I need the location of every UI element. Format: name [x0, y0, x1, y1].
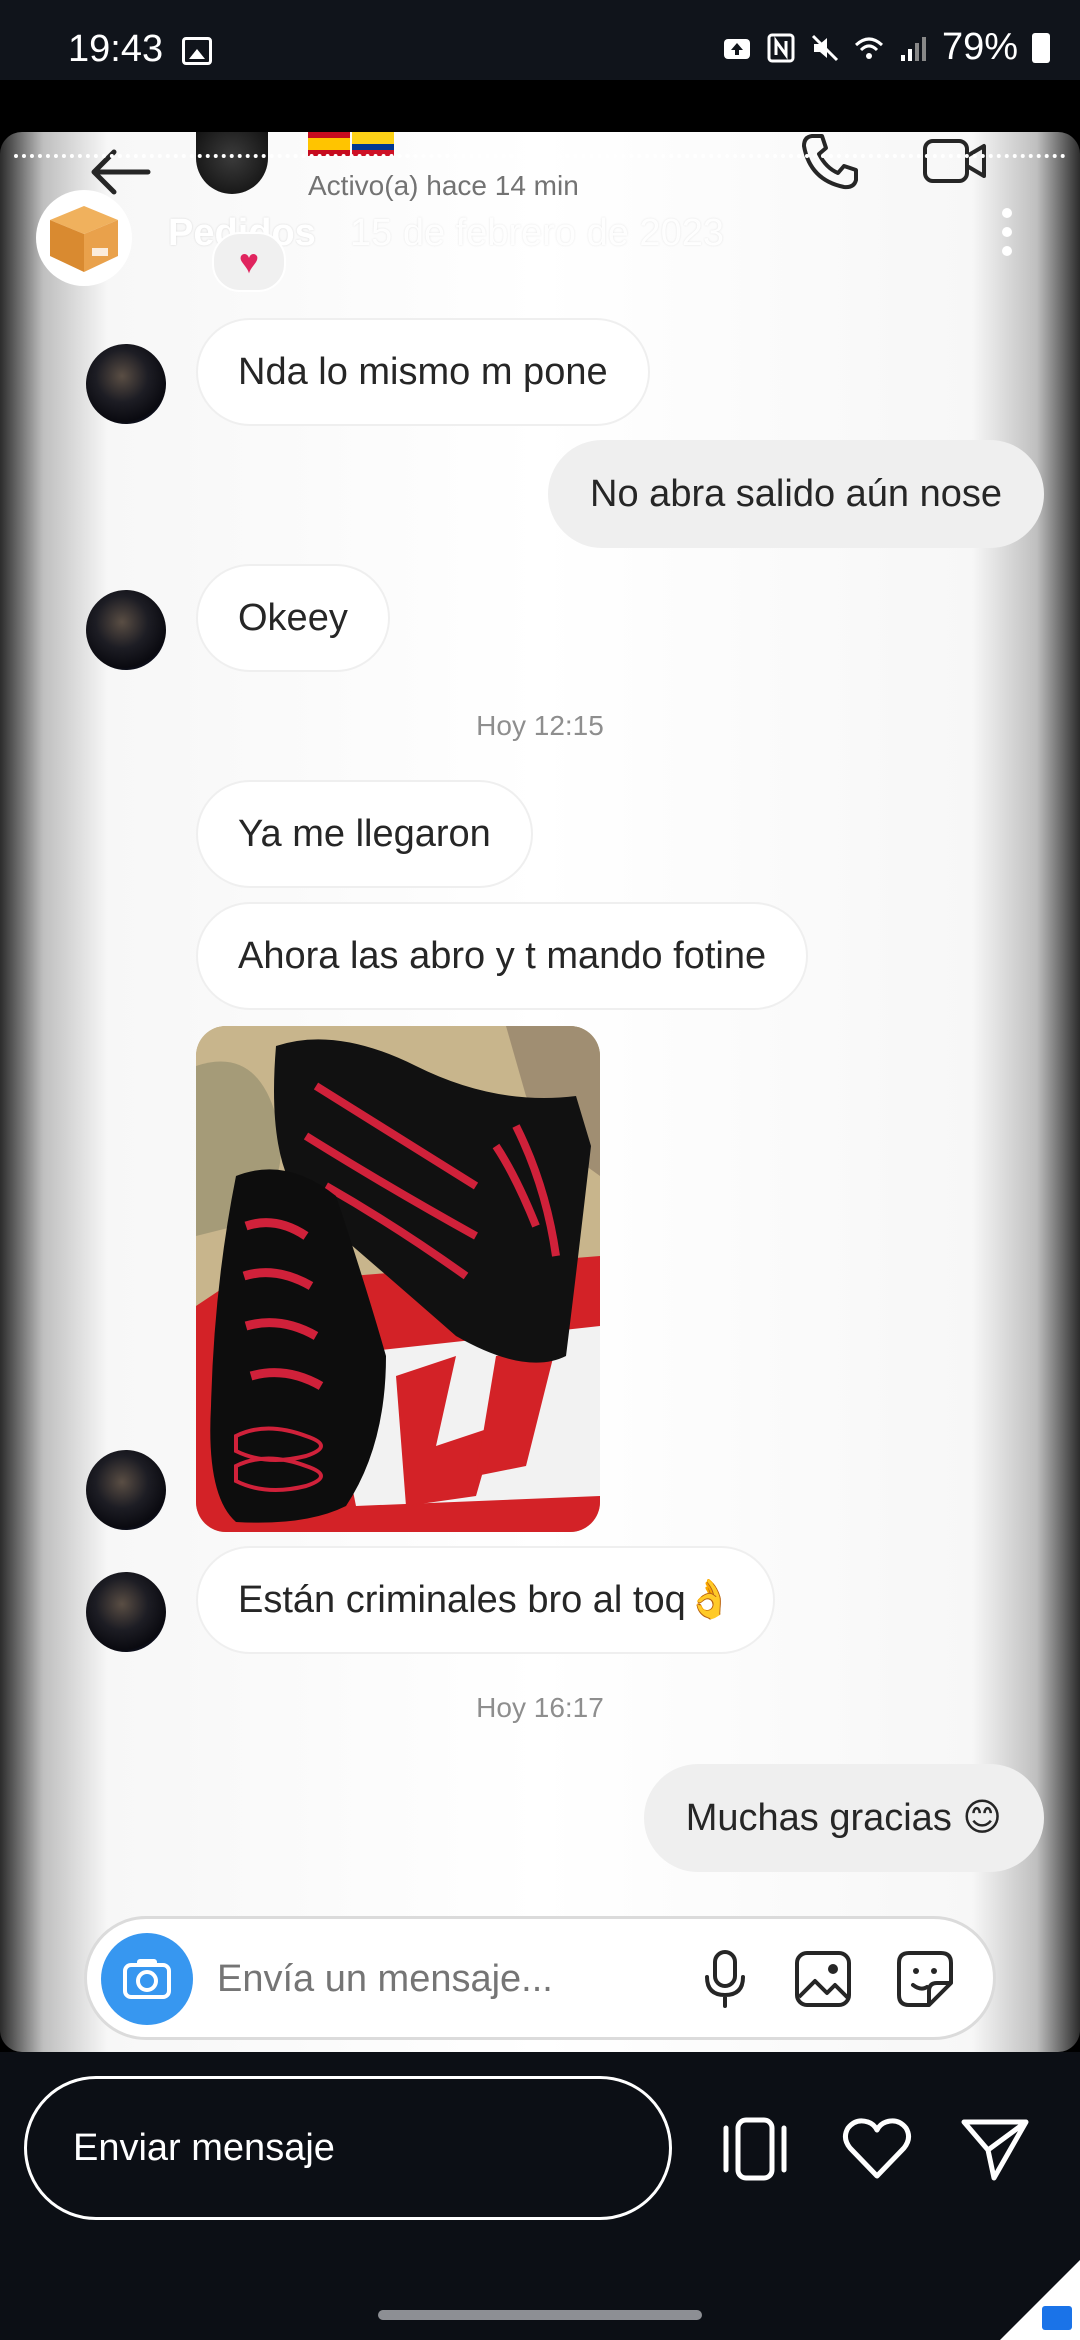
- story-date: 15 de febrero de 2023: [350, 212, 724, 254]
- story-owner-avatar[interactable]: [36, 190, 132, 286]
- upload-icon: [723, 38, 750, 59]
- message-timestamp: Hoy 16:17: [476, 1692, 604, 1723]
- message-input[interactable]: [215, 1919, 679, 2039]
- wifi-icon: [854, 37, 883, 59]
- story-reply-input[interactable]: [24, 2076, 672, 2220]
- status-bar: 19:43 79%: [0, 0, 1080, 80]
- story-frame[interactable]: Activo(a) hace 14 min Pedidos 15 de febr…: [0, 132, 1080, 2052]
- sneakers-image: [196, 1026, 600, 1532]
- message-bubble[interactable]: Ahora las abro y t mando fotine: [196, 902, 809, 1010]
- mute-icon: [811, 34, 838, 61]
- message-timestamp: Hoy 12:15: [476, 710, 604, 741]
- gallery-icon[interactable]: [793, 1949, 853, 2009]
- status-icons: 79%: [722, 26, 1050, 69]
- folder-icon[interactable]: [1042, 2306, 1072, 2330]
- chat-avatar[interactable]: [196, 132, 268, 194]
- story-progress-bar: [14, 154, 1066, 162]
- package-icon: [50, 206, 118, 272]
- spain-flag: [308, 132, 350, 156]
- sneakers-photo[interactable]: [196, 1026, 600, 1532]
- message-bubble[interactable]: Nda lo mismo m pone: [196, 318, 650, 426]
- phone-icon[interactable]: [800, 132, 860, 192]
- send-icon[interactable]: [958, 2116, 1032, 2182]
- sender-avatar: [86, 344, 166, 424]
- nfc-icon: [767, 33, 795, 62]
- sender-avatar: [86, 1450, 166, 1530]
- sender-avatar: [86, 1572, 166, 1652]
- home-indicator[interactable]: [378, 2310, 702, 2320]
- device-frame-icon[interactable]: [718, 2116, 792, 2182]
- heart-icon[interactable]: [840, 2116, 914, 2182]
- message-composer: [84, 1916, 996, 2040]
- colombia-flag: [352, 132, 394, 156]
- message-bubble[interactable]: Okeey: [196, 564, 390, 672]
- active-status: Activo(a) hace 14 min: [308, 170, 579, 201]
- camera-button[interactable]: [101, 1933, 193, 2025]
- message-bubble[interactable]: Ya me llegaron: [196, 780, 533, 888]
- signal-icon: [900, 36, 926, 61]
- image-icon: [182, 37, 212, 65]
- more-options-icon[interactable]: [1000, 208, 1014, 258]
- status-time: 19:43: [68, 28, 164, 70]
- sticker-icon[interactable]: [895, 1949, 955, 2009]
- message-bubble[interactable]: No abra salido aún nose: [548, 440, 1044, 548]
- heart-reaction: ♥: [212, 232, 286, 292]
- microphone-icon[interactable]: [699, 1949, 751, 2009]
- message-bubble[interactable]: Están criminales bro al toq👌: [196, 1546, 776, 1654]
- story-reply-bar: [0, 2052, 1080, 2340]
- battery-percentage: 79%: [941, 26, 1018, 68]
- camera-icon: [123, 1959, 171, 1999]
- sender-avatar: [86, 590, 166, 670]
- battery-icon: [1032, 32, 1050, 63]
- message-bubble[interactable]: Muchas gracias 😊: [643, 1764, 1044, 1872]
